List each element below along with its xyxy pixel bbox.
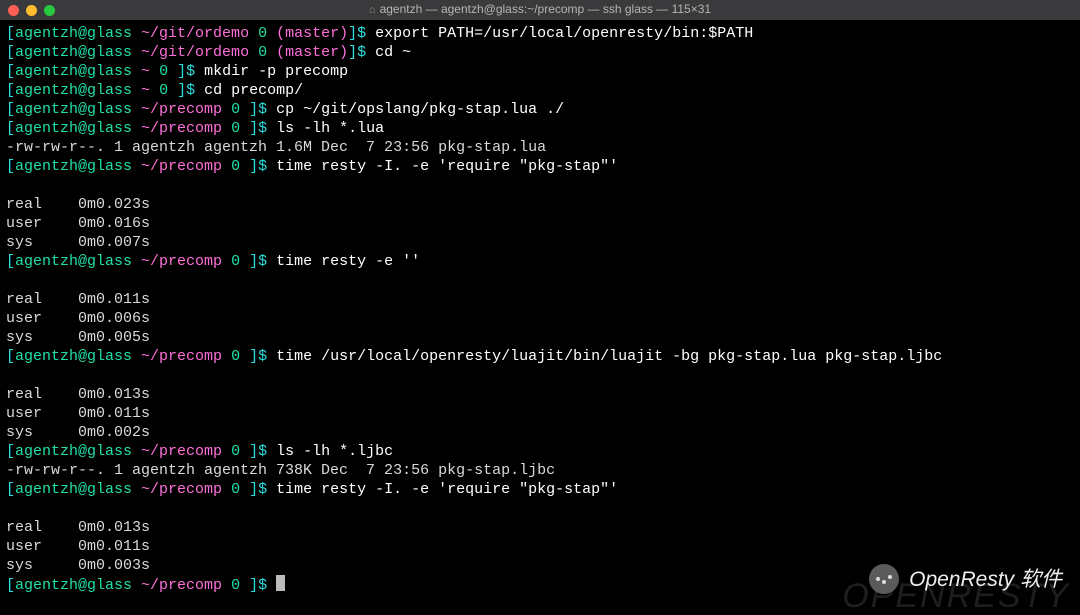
window-titlebar: ⌂agentzh — agentzh@glass:~/precomp — ssh…	[0, 0, 1080, 20]
terminal-line: [agentzh@glass ~/precomp 0 ]$ cp ~/git/o…	[6, 100, 1074, 119]
terminal-line: -rw-rw-r--. 1 agentzh agentzh 1.6M Dec 7…	[6, 138, 1074, 157]
terminal-line: [agentzh@glass ~ 0 ]$ cd precomp/	[6, 81, 1074, 100]
terminal-line: -rw-rw-r--. 1 agentzh agentzh 738K Dec 7…	[6, 461, 1074, 480]
terminal-output[interactable]: [agentzh@glass ~/git/ordemo 0 (master)]$…	[0, 20, 1080, 599]
terminal-line: real 0m0.023s	[6, 195, 1074, 214]
terminal-line: user 0m0.016s	[6, 214, 1074, 233]
terminal-line	[6, 366, 1074, 385]
terminal-line: [agentzh@glass ~/precomp 0 ]$ time resty…	[6, 157, 1074, 176]
terminal-line: user 0m0.006s	[6, 309, 1074, 328]
home-icon: ⌂	[369, 4, 376, 16]
terminal-line: real 0m0.011s	[6, 290, 1074, 309]
terminal-line: [agentzh@glass ~/precomp 0 ]$ ls -lh *.l…	[6, 442, 1074, 461]
traffic-lights	[8, 5, 55, 16]
terminal-line: real 0m0.013s	[6, 385, 1074, 404]
watermark: OpenResty 软件	[869, 564, 1062, 594]
terminal-line	[6, 176, 1074, 195]
terminal-line: [agentzh@glass ~/precomp 0 ]$ time resty…	[6, 252, 1074, 271]
cursor	[276, 575, 285, 591]
terminal-line: [agentzh@glass ~ 0 ]$ mkdir -p precomp	[6, 62, 1074, 81]
terminal-line: sys 0m0.007s	[6, 233, 1074, 252]
window-title: ⌂agentzh — agentzh@glass:~/precomp — ssh…	[0, 0, 1080, 20]
terminal-line: sys 0m0.002s	[6, 423, 1074, 442]
maximize-icon[interactable]	[44, 5, 55, 16]
wechat-icon	[869, 564, 899, 594]
terminal-line: [agentzh@glass ~/git/ordemo 0 (master)]$…	[6, 24, 1074, 43]
terminal-line: user 0m0.011s	[6, 537, 1074, 556]
terminal-line: user 0m0.011s	[6, 404, 1074, 423]
terminal-line: [agentzh@glass ~/precomp 0 ]$ time resty…	[6, 480, 1074, 499]
terminal-line	[6, 271, 1074, 290]
terminal-line: real 0m0.013s	[6, 518, 1074, 537]
terminal-line	[6, 499, 1074, 518]
close-icon[interactable]	[8, 5, 19, 16]
terminal-line: [agentzh@glass ~/precomp 0 ]$ time /usr/…	[6, 347, 1074, 366]
minimize-icon[interactable]	[26, 5, 37, 16]
terminal-line: [agentzh@glass ~/git/ordemo 0 (master)]$…	[6, 43, 1074, 62]
terminal-line: [agentzh@glass ~/precomp 0 ]$ ls -lh *.l…	[6, 119, 1074, 138]
terminal-line: sys 0m0.005s	[6, 328, 1074, 347]
watermark-text: OpenResty 软件	[909, 570, 1062, 589]
